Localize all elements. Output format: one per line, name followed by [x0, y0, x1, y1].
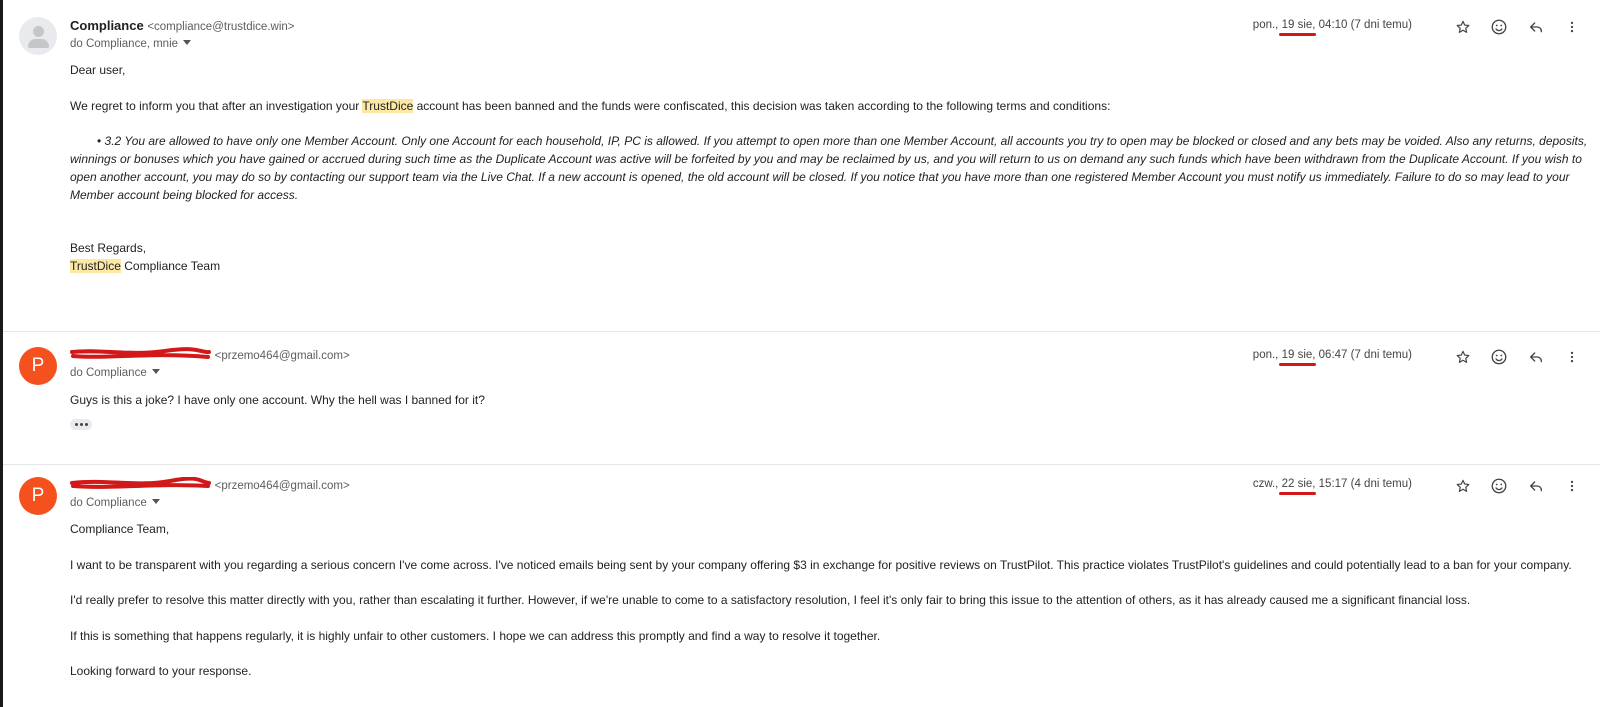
para1-before: We regret to inform you that after an in… [70, 99, 363, 113]
greeting: Compliance Team, [70, 522, 170, 536]
emoji-icon[interactable] [1489, 347, 1509, 367]
chevron-down-icon [183, 40, 192, 45]
avatar: P [19, 477, 57, 515]
email-message-2: P <przemo464@gmail.com> do Compliance po… [3, 333, 1600, 465]
chevron-down-icon [151, 369, 160, 374]
emoji-icon[interactable] [1489, 476, 1509, 496]
date-suffix: , 06:47 (7 dni temu) [1312, 349, 1412, 361]
message-body: Guys is this a joke? I have only one acc… [70, 393, 485, 407]
chevron-down-icon [151, 499, 160, 504]
avatar: P [19, 347, 57, 385]
search-highlight: TrustDice [362, 99, 414, 113]
date-day: 19 sie [1281, 349, 1313, 361]
para1-after: account has been banned and the funds we… [413, 99, 1111, 113]
sender-email: <przemo464@gmail.com> [214, 480, 350, 492]
reply-icon[interactable] [1526, 347, 1546, 367]
message-actions [1453, 347, 1595, 367]
message-actions [1453, 17, 1595, 37]
avatar [19, 17, 57, 55]
date-prefix: pon., [1252, 349, 1282, 361]
date-day: 22 sie [1281, 478, 1313, 490]
sender-email: <compliance@trustdice.win> [147, 21, 295, 33]
red-underline-annotation [1278, 33, 1317, 36]
red-underline-annotation [1278, 363, 1317, 366]
paragraph-ban-notice: We regret to inform you that after an in… [70, 97, 1590, 115]
date-prefix: czw., [1252, 478, 1282, 490]
sender-name[interactable]: Compliance [70, 18, 144, 33]
star-icon[interactable] [1453, 476, 1473, 496]
sender-line: Compliance <compliance@trustdice.win> [70, 18, 295, 33]
recipients-label: do Compliance [70, 497, 147, 509]
star-icon[interactable] [1453, 347, 1473, 367]
terms-text: 3.2 You are allowed to have only one Mem… [70, 134, 1588, 202]
date-suffix: , 15:17 (4 dni temu) [1312, 478, 1412, 490]
more-vert-icon[interactable] [1562, 347, 1582, 367]
message-date: czw., 22 sie, 15:17 (4 dni temu) [1252, 478, 1412, 495]
message-date: pon., 19 sie, 04:10 (7 dni temu) [1252, 19, 1412, 36]
redacted-name-scribble [70, 477, 211, 491]
paragraph-concern: I want to be transparent with you regard… [70, 558, 1572, 572]
message-actions [1453, 476, 1595, 496]
terms-quote: • 3.2 You are allowed to have only one M… [70, 132, 1592, 204]
reply-icon[interactable] [1526, 476, 1546, 496]
date-prefix: pon., [1252, 19, 1282, 31]
date-day: 19 sie [1281, 19, 1313, 31]
recipients-label: do Compliance [70, 367, 147, 379]
signature: TrustDice Compliance Team [70, 257, 1590, 275]
date-day-highlight: 19 sie [1278, 19, 1317, 36]
sender-email: <przemo464@gmail.com> [214, 350, 350, 362]
reply-icon[interactable] [1526, 17, 1546, 37]
paragraph-resolve: I'd really prefer to resolve this matter… [70, 593, 1471, 607]
message-date: pon., 19 sie, 06:47 (7 dni temu) [1252, 349, 1412, 366]
date-day-highlight: 19 sie [1278, 349, 1317, 366]
date-suffix: , 04:10 (7 dni temu) [1312, 19, 1412, 31]
redacted-name-scribble [70, 347, 211, 361]
recipients-toggle[interactable]: do Compliance [70, 367, 160, 379]
greeting: Dear user, [70, 63, 126, 77]
more-vert-icon[interactable] [1562, 476, 1582, 496]
search-highlight: TrustDice [70, 259, 121, 273]
sender-line: <przemo464@gmail.com> [70, 347, 350, 362]
more-vert-icon[interactable] [1562, 17, 1582, 37]
closing: Best Regards, [70, 241, 147, 255]
signature-rest: Compliance Team [120, 259, 221, 273]
date-day-highlight: 22 sie [1278, 478, 1317, 495]
recipients-toggle[interactable]: do Compliance [70, 497, 160, 509]
star-icon[interactable] [1453, 17, 1473, 37]
recipients-toggle[interactable]: do Compliance, mnie [70, 38, 192, 50]
email-message-1: Compliance <compliance@trustdice.win> do… [3, 0, 1600, 332]
emoji-icon[interactable] [1489, 17, 1509, 37]
red-underline-annotation [1278, 492, 1317, 495]
recipients-label: do Compliance, mnie [70, 38, 179, 50]
email-message-3: P <przemo464@gmail.com> do Compliance cz… [3, 466, 1600, 707]
paragraph-closing: Looking forward to your response. [70, 664, 252, 678]
paragraph-unfair: If this is something that happens regula… [70, 629, 881, 643]
sender-line: <przemo464@gmail.com> [70, 477, 350, 492]
show-trimmed-content-button[interactable] [70, 419, 92, 430]
bullet: • [97, 134, 105, 148]
